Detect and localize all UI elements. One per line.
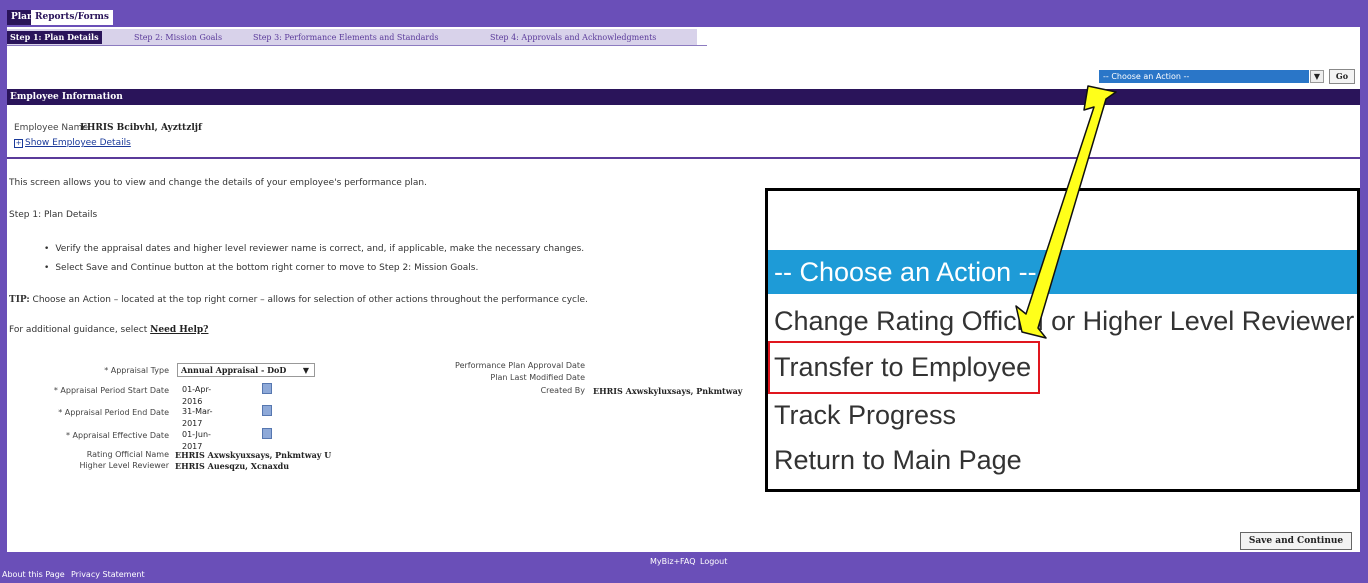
highlight-box [768, 341, 1040, 394]
calendar-icon[interactable] [262, 383, 272, 394]
footer-link-faq[interactable]: FAQ [680, 557, 696, 566]
rating-official-label: Rating Official Name [86, 450, 169, 459]
tip-text: TIP: Choose an Action – located at the t… [9, 295, 588, 305]
appraisal-type-label: * Appraisal Type [104, 366, 169, 375]
guidance-label: For additional guidance, select [9, 325, 151, 335]
tab-step-3[interactable]: Step 3: Performance Elements and Standar… [253, 31, 438, 44]
step-tab-bar: Step 1: Plan Details Step 2: Mission Goa… [7, 29, 697, 45]
effective-date-input[interactable]: 01-Jun-2017 [182, 429, 230, 451]
period-end-label: * Appraisal Period End Date [58, 408, 169, 417]
footer-link-privacy[interactable]: Privacy Statement [71, 570, 145, 579]
period-start-label: * Appraisal Period Start Date [53, 386, 169, 395]
period-start-input[interactable]: 01-Apr-2016 [182, 384, 230, 406]
need-help-link[interactable]: Need Help? [150, 325, 208, 335]
created-by-label: Created By [540, 386, 585, 395]
footer-link-logout[interactable]: Logout [700, 557, 727, 566]
calendar-icon[interactable] [262, 405, 272, 416]
zoom-option-choose-action[interactable]: -- Choose an Action -- [768, 250, 1357, 294]
action-dropdown-zoom: -- Choose an Action -- Change Rating Off… [765, 188, 1360, 492]
save-and-continue-button[interactable]: Save and Continue [1240, 532, 1352, 550]
footer-bar: MyBiz+ FAQ Logout About this Page Privac… [0, 552, 1368, 583]
calendar-icon[interactable] [262, 428, 272, 439]
instruction-bullet-2: Select Save and Continue button at the b… [44, 263, 478, 273]
footer-link-mybiz[interactable]: MyBiz+ [650, 557, 680, 566]
created-by-value: EHRIS Axwskyluxsays, Pnkmtway [593, 386, 743, 396]
choose-action-select[interactable]: -- Choose an Action -- [1099, 70, 1309, 83]
tab-step-4[interactable]: Step 4: Approvals and Acknowledgments [490, 31, 656, 44]
employee-information-header: Employee Information [7, 89, 1360, 105]
guidance-text: For additional guidance, select Need Hel… [9, 325, 208, 335]
tab-reports-forms[interactable]: Reports/Forms [31, 10, 113, 25]
plan-approval-date-label: Performance Plan Approval Date [455, 361, 585, 370]
rating-official-value: EHRIS Axwskyuxsays, Pnkmtway U [175, 450, 332, 460]
plan-modified-date-label: Plan Last Modified Date [490, 373, 585, 382]
period-end-input[interactable]: 31-Mar-2017 [182, 406, 230, 428]
tab-step-2[interactable]: Step 2: Mission Goals [134, 31, 222, 44]
expand-icon: + [14, 139, 23, 148]
instruction-bullet-1: Verify the appraisal dates and higher le… [44, 244, 584, 254]
intro-text: This screen allows you to view and chang… [9, 178, 427, 188]
appraisal-type-select[interactable]: Annual Appraisal - DoD ▼ [177, 363, 315, 377]
tip-label: TIP: [9, 295, 30, 305]
higher-level-reviewer-value: EHRIS Auesqzu, Xcnaxdu [175, 461, 290, 471]
effective-date-label: * Appraisal Effective Date [66, 431, 169, 440]
tip-body: Choose an Action – located at the top ri… [29, 295, 588, 305]
employee-name-value: EHRIS Bcibvhl, Ayzttzljf [80, 123, 202, 133]
footer-link-about[interactable]: About this Page [2, 570, 65, 579]
zoom-option-track-progress[interactable]: Track Progress [774, 400, 956, 431]
chevron-down-icon[interactable]: ▼ [1310, 70, 1324, 83]
chevron-down-icon: ▼ [302, 365, 309, 375]
appraisal-type-value: Annual Appraisal - DoD [181, 365, 287, 375]
employee-name-label: Employee Name [14, 123, 88, 133]
step-tab-underline [7, 45, 707, 46]
zoom-option-return-to-main[interactable]: Return to Main Page [774, 445, 1022, 476]
zoom-option-change-rating-official[interactable]: Change Rating Official or Higher Level R… [774, 306, 1354, 337]
show-employee-details-label: Show Employee Details [25, 138, 131, 148]
tab-step-1[interactable]: Step 1: Plan Details [7, 31, 102, 44]
show-employee-details-link[interactable]: + Show Employee Details [14, 138, 131, 148]
higher-level-reviewer-label: Higher Level Reviewer [79, 461, 169, 470]
step-title-text: Step 1: Plan Details [9, 210, 98, 220]
go-button[interactable]: Go [1329, 69, 1355, 84]
top-tab-bar: Plan Reports/Forms [7, 7, 1360, 27]
section-divider [7, 157, 1360, 159]
